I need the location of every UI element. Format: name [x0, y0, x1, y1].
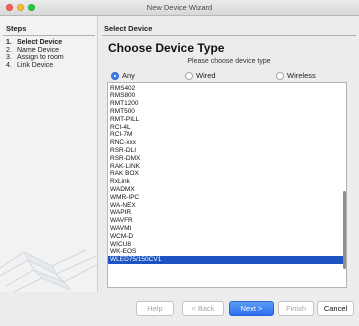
section-divider	[102, 35, 356, 36]
device-list-item[interactable]: RMT-PILL	[108, 116, 346, 124]
cancel-button[interactable]: Cancel	[317, 301, 354, 316]
device-list-item[interactable]: WK-EOS	[108, 248, 346, 256]
list-scrollbar-thumb[interactable]	[343, 191, 346, 269]
device-list-item[interactable]: WAVFR	[108, 217, 346, 225]
window-title: New Device Wizard	[146, 3, 213, 12]
device-list-item[interactable]: RCI-7M	[108, 131, 346, 139]
finish-button[interactable]: Finish	[278, 301, 314, 316]
step-item: 1. Select Device	[6, 39, 64, 47]
device-list-item[interactable]: RAK BOX	[108, 170, 346, 178]
device-list-item[interactable]: RCI-4L	[108, 124, 346, 132]
device-list-item[interactable]: WMR-IPC	[108, 194, 346, 202]
steps-divider	[3, 35, 95, 36]
step-number: 4.	[6, 61, 12, 69]
step-item: 4. Link Device	[6, 62, 64, 70]
step-label: Assign to room	[17, 54, 64, 61]
step-number: 3.	[6, 54, 12, 61]
next-button[interactable]: Next >	[229, 301, 274, 316]
device-list-item[interactable]: WICU8	[108, 241, 346, 249]
device-list-item[interactable]: WLED75/150CV1	[108, 256, 346, 264]
step-number: 1.	[6, 39, 12, 46]
steps-heading: Steps	[6, 24, 27, 33]
step-number: 2.	[6, 46, 12, 54]
device-list-item[interactable]: WCM-D	[108, 233, 346, 241]
radio-selected-icon	[111, 72, 119, 80]
radio-label: Any	[122, 71, 135, 80]
device-list-item[interactable]: RxLink	[108, 178, 346, 186]
main-panel: Select Device Choose Device Type Please …	[99, 16, 359, 292]
instruction-text: Please choose device type	[187, 58, 271, 65]
device-list-item[interactable]: WAVMI	[108, 225, 346, 233]
device-list-item[interactable]: WADMX	[108, 186, 346, 194]
radio-label: Wireless	[287, 71, 316, 80]
steps-panel: Steps 1. Select Device 2. Name Device 3. As…	[0, 16, 98, 292]
help-button[interactable]: Help	[136, 301, 174, 316]
radio-unselected-icon	[276, 72, 284, 80]
device-list-item[interactable]: RAK-LINK	[108, 163, 346, 171]
device-list-item[interactable]: RSR-DLI	[108, 147, 346, 155]
decorative-graphic	[0, 249, 97, 292]
device-list-item[interactable]: RMT1200	[108, 100, 346, 108]
wizard-footer: Help < Back Next > Finish Cancel	[0, 292, 359, 326]
step-label: Select Device	[17, 39, 63, 46]
back-button[interactable]: < Back	[182, 301, 224, 316]
device-list-item[interactable]: WA-NEX	[108, 202, 346, 210]
step-label: Link Device	[17, 61, 54, 69]
device-type-list[interactable]: RMS402 RMS800 RMT1200 RMT500 RMT-PILL RCI-4L R…	[107, 82, 347, 288]
steps-list: 1. Select Device 2. Name Device 3. Assign t…	[6, 39, 64, 69]
device-list-item[interactable]: WAPIR	[108, 209, 346, 217]
device-list-item[interactable]: RMS800	[108, 92, 346, 100]
device-list-item[interactable]: RMT500	[108, 108, 346, 116]
radio-label: Wired	[196, 71, 216, 80]
step-item: 3. Assign to room	[6, 54, 64, 62]
step-label: Name Device	[17, 46, 60, 54]
page-title: Choose Device Type	[108, 41, 225, 55]
title-bar: New Device Wizard	[0, 0, 359, 16]
device-list-item[interactable]: RNC-xxx	[108, 139, 346, 147]
radio-unselected-icon	[185, 72, 193, 80]
device-list-item[interactable]: RMS402	[108, 85, 346, 93]
section-heading: Select Device	[104, 24, 153, 33]
step-item: 2. Name Device	[6, 47, 64, 55]
device-list-item[interactable]: RSR-DMX	[108, 155, 346, 163]
